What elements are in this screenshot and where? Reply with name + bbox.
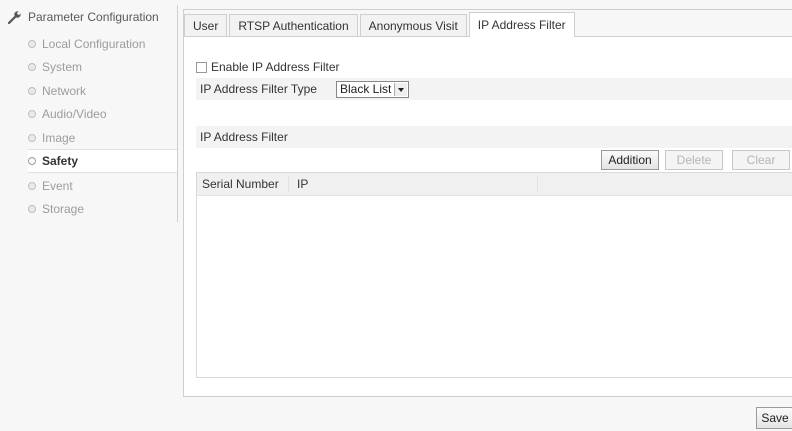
- ip-filter-section-header: IP Address Filter: [196, 126, 792, 148]
- bullet-icon: [28, 182, 36, 190]
- bullet-icon: [28, 110, 36, 118]
- bullet-icon: [28, 157, 36, 165]
- sidebar-item-label: Safety: [42, 154, 79, 168]
- bullet-icon: [28, 63, 36, 71]
- column-ip: IP: [297, 177, 309, 191]
- sidebar-item-event[interactable]: Event: [28, 175, 177, 197]
- sidebar-item-label: Network: [42, 84, 87, 98]
- sidebar: Parameter Configuration Local Configurat…: [0, 0, 178, 222]
- sidebar-item-system[interactable]: System: [28, 56, 177, 78]
- column-serial-number: Serial Number: [202, 177, 279, 191]
- sidebar-title: Parameter Configuration: [7, 8, 159, 26]
- bullet-icon: [28, 134, 36, 142]
- table-header: Serial Number IP: [197, 173, 792, 196]
- enable-ip-filter-label: Enable IP Address Filter: [211, 60, 340, 74]
- tab-anonymous-visit[interactable]: Anonymous Visit: [359, 14, 467, 36]
- sidebar-item-local-configuration[interactable]: Local Configuration: [28, 33, 177, 55]
- bullet-icon: [28, 205, 36, 213]
- tab-ip-address-filter[interactable]: IP Address Filter: [468, 12, 575, 37]
- filter-type-select[interactable]: Black List: [336, 80, 410, 98]
- filter-type-label: IP Address Filter Type: [200, 82, 317, 96]
- sidebar-item-label: Audio/Video: [42, 107, 107, 121]
- delete-button[interactable]: Delete: [665, 150, 723, 170]
- tab-rtsp-authentication[interactable]: RTSP Authentication: [229, 14, 358, 36]
- ip-filter-table: Serial Number IP: [196, 172, 792, 378]
- save-button[interactable]: Save: [756, 407, 792, 429]
- ip-filter-section-label: IP Address Filter: [200, 130, 288, 144]
- sidebar-item-audio-video[interactable]: Audio/Video: [28, 103, 177, 125]
- sidebar-divider: [177, 5, 178, 222]
- sidebar-item-label: Image: [42, 131, 76, 145]
- filter-type-row: IP Address Filter Type Black List: [196, 78, 792, 100]
- tab-user[interactable]: User: [184, 14, 228, 36]
- sidebar-title-label: Parameter Configuration: [28, 10, 159, 24]
- enable-ip-filter-checkbox[interactable]: [196, 61, 207, 73]
- chevron-down-icon[interactable]: [394, 82, 408, 96]
- sidebar-item-safety[interactable]: Safety: [28, 149, 178, 173]
- bullet-icon: [28, 40, 36, 48]
- sidebar-item-network[interactable]: Network: [28, 80, 177, 102]
- sidebar-item-label: Local Configuration: [42, 37, 146, 51]
- filter-type-value: Black List: [340, 82, 392, 96]
- addition-button[interactable]: Addition: [601, 150, 659, 170]
- column-divider: [537, 176, 538, 192]
- enable-filter-row: Enable IP Address Filter: [196, 60, 340, 74]
- sidebar-item-storage[interactable]: Storage: [28, 198, 177, 220]
- sidebar-item-label: Event: [42, 179, 73, 193]
- column-divider: [288, 176, 289, 192]
- clear-button[interactable]: Clear: [732, 150, 790, 170]
- sidebar-item-image[interactable]: Image: [28, 127, 177, 149]
- sidebar-item-label: System: [42, 60, 83, 74]
- bullet-icon: [28, 87, 36, 95]
- wrench-icon: [7, 10, 22, 25]
- main-panel: User RTSP Authentication Anonymous Visit…: [183, 9, 792, 397]
- sidebar-item-label: Storage: [42, 202, 85, 216]
- tab-bar: User RTSP Authentication Anonymous Visit…: [184, 10, 792, 37]
